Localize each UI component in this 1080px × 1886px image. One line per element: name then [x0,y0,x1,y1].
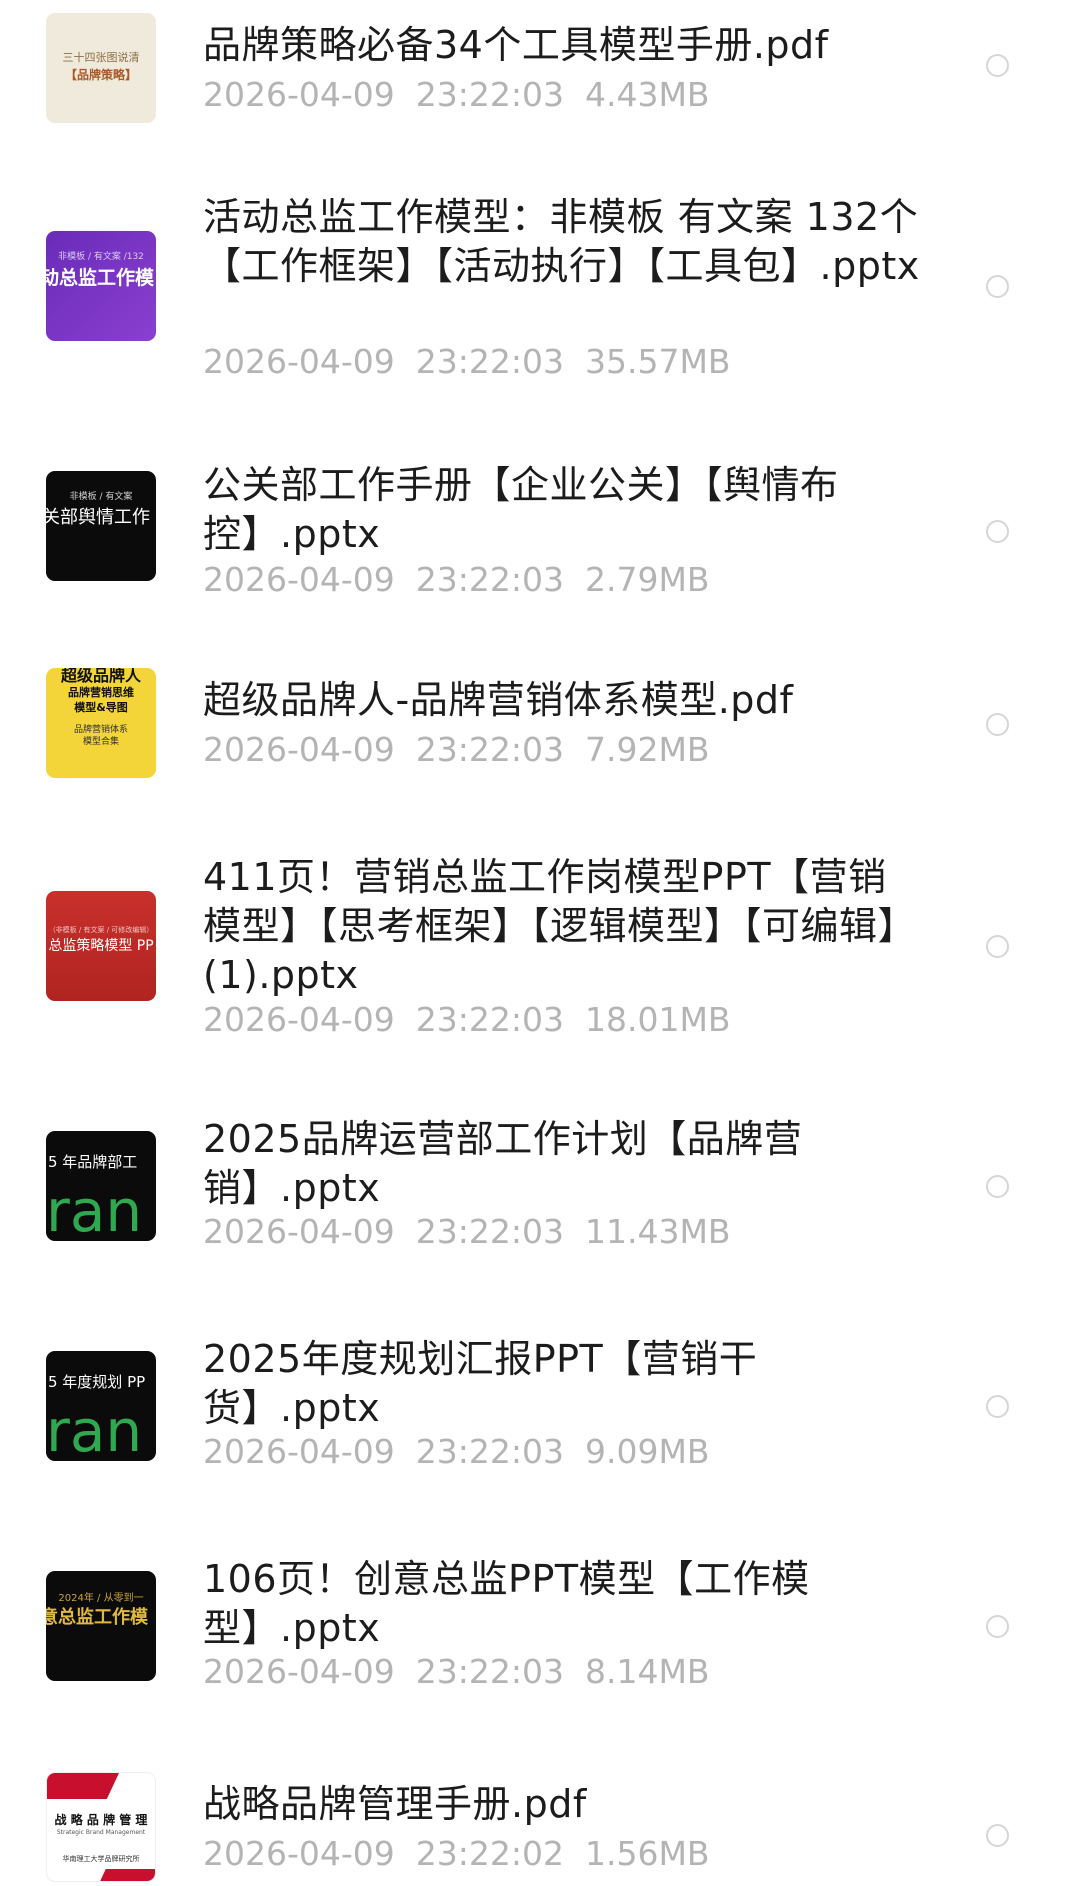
file-time: 23:22:03 [415,730,564,769]
file-name: 411页！营销总监工作岗模型PPT【营销模型】【思考框架】【逻辑模型】【可编辑】… [203,855,917,997]
file-meta: 2026-04-09 23:22:03 8.14MB [203,1650,923,1694]
list-item[interactable]: 非模板 / 有文案 /132 动总监工作模 活动总监工作模型：非模板 有文案 1… [0,180,1080,410]
file-size: 35.57MB [584,342,731,381]
thumbnail-banner [100,1869,155,1881]
thumbnail-text: 意总监工作模 [46,1607,148,1628]
file-size: 11.43MB [584,1212,731,1251]
file-size: 7.92MB [584,730,710,769]
file-size: 8.14MB [584,1652,710,1691]
thumbnail-text: Strategic Brand Management [56,1829,146,1836]
file-meta: 2026-04-09 23:22:03 18.01MB [203,998,923,1042]
select-radio[interactable] [986,713,1009,736]
file-list: 三十四张图说清 【品牌策略】 品牌策略必备34个工具模型手册.pdf 2026-… [0,0,1080,1886]
file-date: 2026-04-09 [203,560,395,599]
file-meta: 2026-04-09 23:22:03 35.57MB [203,340,923,384]
file-date: 2026-04-09 [203,75,395,114]
list-item[interactable]: 5 年度规划 PP ran 2025年度规划汇报PPT【营销干货】.pptx 2… [0,1330,1080,1510]
select-radio[interactable] [986,54,1009,77]
file-meta: 2026-04-09 23:22:03 11.43MB [203,1210,923,1254]
file-time: 23:22:03 [415,1000,564,1039]
list-item[interactable]: 战 略 品 牌 管 理 Strategic Brand Management 华… [0,1770,1080,1886]
file-thumbnail: 三十四张图说清 【品牌策略】 [46,13,156,123]
file-name: 战略品牌管理手册.pdf [203,1782,587,1826]
file-name: 2025品牌运营部工作计划【品牌营销】.pptx [203,1117,803,1210]
file-meta: 2026-04-09 23:22:03 9.09MB [203,1430,923,1474]
file-time: 23:22:03 [415,342,564,381]
thumbnail-text: 5 年品牌部工 [48,1153,138,1171]
select-radio[interactable] [986,935,1009,958]
file-size: 18.01MB [584,1000,731,1039]
thumbnail-text: 2024年 / 从零到一 [58,1593,144,1604]
list-item[interactable]: 5 年品牌部工 ran 2025品牌运营部工作计划【品牌营销】.pptx 202… [0,1110,1080,1290]
thumbnail-text: 品牌营销思维 [68,686,134,699]
thumbnail-text: 模型&导图 [74,701,128,714]
thumbnail-text: 模型合集 [82,737,119,747]
file-meta: 2026-04-09 23:22:02 1.56MB [203,1832,923,1876]
thumbnail-text: 战 略 品 牌 管 理 [54,1813,148,1827]
file-time: 23:22:02 [415,1834,564,1873]
thumbnail-text: ran [46,1401,143,1461]
thumbnail-text: 关部舆情工作 [46,507,150,528]
thumbnail-text: 非模板 / 有文案 [69,492,133,502]
thumbnail-text: 5 年度规划 PP [48,1373,146,1391]
file-time: 23:22:03 [415,560,564,599]
file-name: 活动总监工作模型：非模板 有文案 132个【工作框架】【活动执行】【工具包】.p… [203,195,920,288]
file-time: 23:22:03 [415,1652,564,1691]
file-thumbnail: 5 年品牌部工 ran [46,1131,156,1241]
file-size: 4.43MB [584,75,710,114]
file-date: 2026-04-09 [203,1000,395,1039]
thumbnail-text: （非模板 / 有文案 / 可修改编辑） [48,926,154,934]
file-meta: 2026-04-09 23:22:03 2.79MB [203,558,923,602]
file-name: 超级品牌人-品牌营销体系模型.pdf [203,678,794,722]
file-time: 23:22:03 [415,75,564,114]
file-name: 2025年度规划汇报PPT【营销干货】.pptx [203,1337,758,1430]
file-thumbnail: 非模板 / 有文案 /132 动总监工作模 [46,231,156,341]
file-size: 1.56MB [584,1834,710,1873]
list-item[interactable]: 超级品牌人 品牌营销思维 模型&导图 品牌营销体系 模型合集 超级品牌人-品牌营… [0,665,1080,805]
thumbnail-text: 三十四张图说清 [62,51,140,64]
thumbnail-text: 总监策略模型 PP [48,938,154,954]
select-radio[interactable] [986,1395,1009,1418]
list-item[interactable]: （非模板 / 有文案 / 可修改编辑） 总监策略模型 PP 411页！营销总监工… [0,840,1080,1070]
file-date: 2026-04-09 [203,1834,395,1873]
file-date: 2026-04-09 [203,1212,395,1251]
thumbnail-text: 【品牌策略】 [64,68,137,82]
thumbnail-text: ran [46,1181,143,1241]
file-size: 2.79MB [584,560,710,599]
file-thumbnail: 5 年度规划 PP ran [46,1351,156,1461]
file-meta: 2026-04-09 23:22:03 4.43MB [203,73,923,117]
file-time: 23:22:03 [415,1432,564,1471]
select-radio[interactable] [986,520,1009,543]
select-radio[interactable] [986,275,1009,298]
thumbnail-text: 华南理工大学品牌研究所 [62,1855,140,1863]
file-date: 2026-04-09 [203,1432,395,1471]
file-thumbnail: 2024年 / 从零到一 意总监工作模 [46,1571,156,1681]
select-radio[interactable] [986,1615,1009,1638]
select-radio[interactable] [986,1175,1009,1198]
file-date: 2026-04-09 [203,342,395,381]
file-date: 2026-04-09 [203,730,395,769]
file-size: 9.09MB [584,1432,710,1471]
file-thumbnail: 非模板 / 有文案 关部舆情工作 [46,471,156,581]
list-item[interactable]: 2024年 / 从零到一 意总监工作模 106页！创意总监PPT模型【工作模型】… [0,1550,1080,1730]
list-item[interactable]: 非模板 / 有文案 关部舆情工作 公关部工作手册【企业公关】【舆情布控】.ppt… [0,450,1080,630]
thumbnail-text: 动总监工作模 [46,267,155,289]
file-thumbnail: 战 略 品 牌 管 理 Strategic Brand Management 华… [46,1772,156,1882]
file-date: 2026-04-09 [203,1652,395,1691]
file-name: 106页！创意总监PPT模型【工作模型】.pptx [203,1557,810,1650]
list-item[interactable]: 三十四张图说清 【品牌策略】 品牌策略必备34个工具模型手册.pdf 2026-… [0,0,1080,140]
thumbnail-text: 非模板 / 有文案 /132 [58,252,144,262]
file-time: 23:22:03 [415,1212,564,1251]
thumbnail-banner [47,1773,119,1799]
file-meta: 2026-04-09 23:22:03 7.92MB [203,728,923,772]
select-radio[interactable] [986,1824,1009,1847]
file-thumbnail: （非模板 / 有文案 / 可修改编辑） 总监策略模型 PP [46,891,156,1001]
file-name: 品牌策略必备34个工具模型手册.pdf [203,23,829,67]
file-thumbnail: 超级品牌人 品牌营销思维 模型&导图 品牌营销体系 模型合集 [46,668,156,778]
file-name: 公关部工作手册【企业公关】【舆情布控】.pptx [203,463,839,556]
